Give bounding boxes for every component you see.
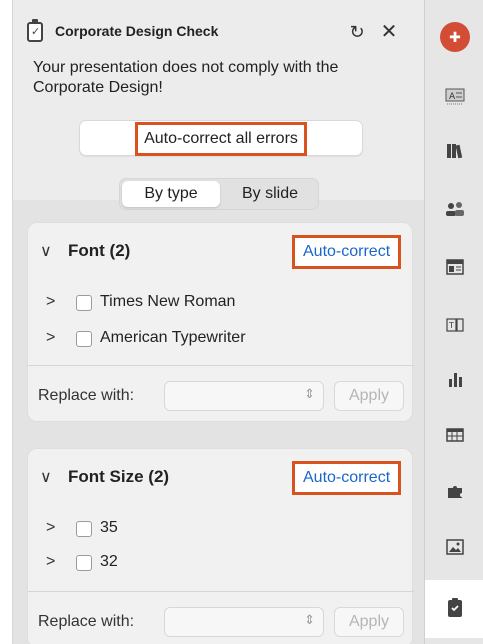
text-frame-icon[interactable]: T	[425, 304, 483, 348]
chevron-right-icon[interactable]: >	[46, 519, 55, 537]
people-icon[interactable]	[425, 188, 483, 232]
refresh-icon[interactable]: ↻	[345, 20, 369, 44]
replace-row: Replace with: ⇕ Apply	[28, 603, 414, 643]
list-item: > 32	[28, 549, 414, 577]
section-title: Font Size (2)	[68, 467, 170, 486]
tool-rail: ✚ A T	[424, 0, 483, 644]
table-icon[interactable]	[425, 414, 483, 458]
item-checkbox[interactable]	[76, 521, 92, 537]
clipboard-check-icon: ✓	[27, 19, 43, 42]
chevron-down-icon[interactable]: ∨	[40, 241, 52, 261]
autocorrect-all-button[interactable]: Auto-correct all errors	[79, 120, 363, 156]
updown-chevron-icon: ⇕	[304, 386, 315, 401]
bar-chart-icon[interactable]	[425, 358, 483, 402]
text-box-icon[interactable]: A	[425, 76, 483, 120]
check-clipboard-icon[interactable]	[425, 580, 483, 638]
panel-header: ✓ Corporate Design Check ↻ ✕ Your presen…	[13, 0, 425, 200]
tab-by-type[interactable]: By type	[122, 181, 220, 207]
list-item: > 35	[28, 515, 414, 543]
logo-icon[interactable]: ✚	[440, 22, 470, 52]
section-header[interactable]: ∨ Font (2) Auto-correct	[28, 223, 414, 281]
replace-select[interactable]: ⇕	[164, 607, 324, 637]
section-header[interactable]: ∨ Font Size (2) Auto-correct	[28, 449, 414, 507]
library-icon[interactable]	[425, 130, 483, 174]
image-icon[interactable]	[425, 526, 483, 570]
item-label: Times New Roman	[100, 293, 236, 310]
panel-title: Corporate Design Check	[55, 23, 219, 39]
autocorrect-all-label: Auto-correct all errors	[135, 122, 307, 156]
replace-label: Replace with:	[38, 613, 135, 630]
divider	[28, 365, 414, 366]
item-checkbox[interactable]	[76, 555, 92, 571]
puzzle-icon[interactable]	[425, 470, 483, 514]
layout-icon[interactable]	[425, 246, 483, 290]
apply-button[interactable]: Apply	[334, 607, 404, 637]
chevron-right-icon[interactable]: >	[46, 329, 55, 347]
close-icon[interactable]: ✕	[377, 20, 401, 44]
section-font-size: ∨ Font Size (2) Auto-correct > 35 > 32 R…	[27, 448, 414, 644]
svg-text:A: A	[449, 92, 456, 102]
tab-by-slide[interactable]: By slide	[224, 181, 316, 207]
replace-label: Replace with:	[38, 387, 135, 404]
chevron-down-icon[interactable]: ∨	[40, 467, 52, 487]
corporate-design-panel: ✓ Corporate Design Check ↻ ✕ Your presen…	[12, 0, 425, 644]
item-checkbox[interactable]	[76, 331, 92, 347]
list-item: > Times New Roman	[28, 289, 414, 317]
section-font: ∨ Font (2) Auto-correct > Times New Roma…	[27, 222, 414, 422]
replace-select[interactable]: ⇕	[164, 381, 324, 411]
title-row: ✓ Corporate Design Check ↻ ✕	[27, 19, 417, 44]
section-title: Font (2)	[68, 241, 131, 260]
chevron-right-icon[interactable]: >	[46, 293, 55, 311]
item-label: 32	[100, 553, 118, 570]
list-item: > American Typewriter	[28, 325, 414, 353]
item-label: 35	[100, 519, 118, 536]
view-toggle: By type By slide	[119, 178, 319, 210]
item-checkbox[interactable]	[76, 295, 92, 311]
item-label: American Typewriter	[100, 329, 246, 346]
autocorrect-button[interactable]: Auto-correct	[292, 235, 402, 269]
compliance-message: Your presentation does not comply with t…	[33, 59, 339, 96]
apply-button[interactable]: Apply	[334, 381, 404, 411]
replace-row: Replace with: ⇕ Apply	[28, 377, 414, 417]
svg-text:T: T	[448, 321, 454, 330]
updown-chevron-icon: ⇕	[304, 612, 315, 627]
autocorrect-button[interactable]: Auto-correct	[292, 461, 402, 495]
chevron-right-icon[interactable]: >	[46, 553, 55, 571]
divider	[28, 591, 414, 592]
